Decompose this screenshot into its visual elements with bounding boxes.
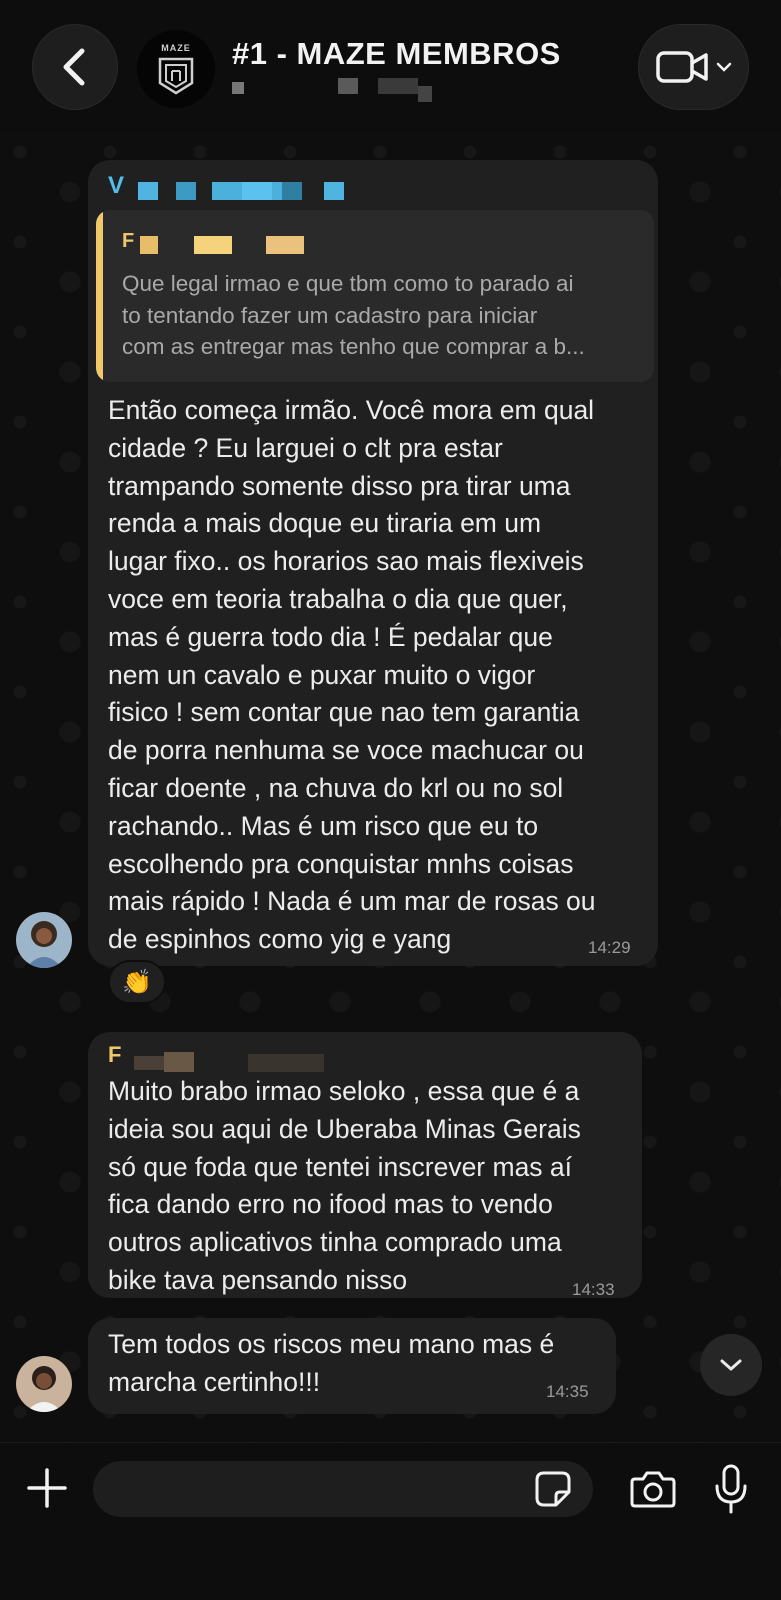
sticker-button[interactable]: [534, 1470, 572, 1508]
camera-icon: [630, 1471, 676, 1508]
message-sender: F: [108, 1042, 122, 1067]
chevron-down-icon: [716, 62, 731, 72]
microphone-button[interactable]: [712, 1463, 750, 1515]
message-input[interactable]: [93, 1461, 593, 1517]
message-sender: V: [108, 172, 125, 199]
maze-logo-icon: [158, 57, 194, 95]
message-time: 14:35: [546, 1382, 589, 1401]
avatar-photo: [16, 912, 72, 968]
video-call-button[interactable]: [638, 24, 749, 110]
back-icon: [63, 48, 85, 86]
quoted-message[interactable]: F Que legal irmao e que tbm como to para…: [96, 210, 654, 382]
message-text: Muito brabo irmao seloko , essa que é a …: [108, 1076, 581, 1295]
message-time: 14:33: [572, 1280, 615, 1299]
clapping-hands-icon: 👏: [122, 968, 152, 996]
reaction-badge[interactable]: 👏: [108, 960, 166, 1004]
group-avatar[interactable]: MAZE: [137, 30, 215, 108]
group-title[interactable]: #1 - MAZE MEMBROS: [232, 36, 561, 72]
attach-button[interactable]: [24, 1465, 70, 1511]
back-button[interactable]: [32, 24, 118, 110]
quote-accent-bar: [96, 210, 103, 382]
video-call-icon: [655, 51, 708, 83]
scroll-down-icon: [720, 1359, 742, 1371]
microphone-icon: [715, 1464, 747, 1514]
plus-icon: [27, 1468, 67, 1508]
message-text: Então começa irmão. Você mora em qual ci…: [108, 395, 596, 955]
avatar[interactable]: [16, 912, 72, 968]
avatar[interactable]: [16, 1356, 72, 1412]
chat-header: MAZE #1 - MAZE MEMBROS: [0, 0, 781, 132]
avatar-photo: [16, 1356, 72, 1412]
quote-sender: F: [122, 230, 135, 252]
quote-text: Que legal irmao e que tbm como to parado…: [122, 271, 585, 359]
message-text: Tem todos os riscos meu mano mas é march…: [108, 1329, 555, 1397]
sender-name-redacted: [138, 182, 344, 200]
message-time: 14:29: [588, 938, 631, 957]
scroll-down-button[interactable]: [700, 1334, 762, 1396]
camera-button[interactable]: [628, 1467, 678, 1511]
group-avatar-label: MAZE: [161, 43, 191, 53]
sticker-icon: [535, 1471, 571, 1507]
composer-bar: [0, 1442, 781, 1600]
group-members-redacted: [232, 78, 452, 102]
